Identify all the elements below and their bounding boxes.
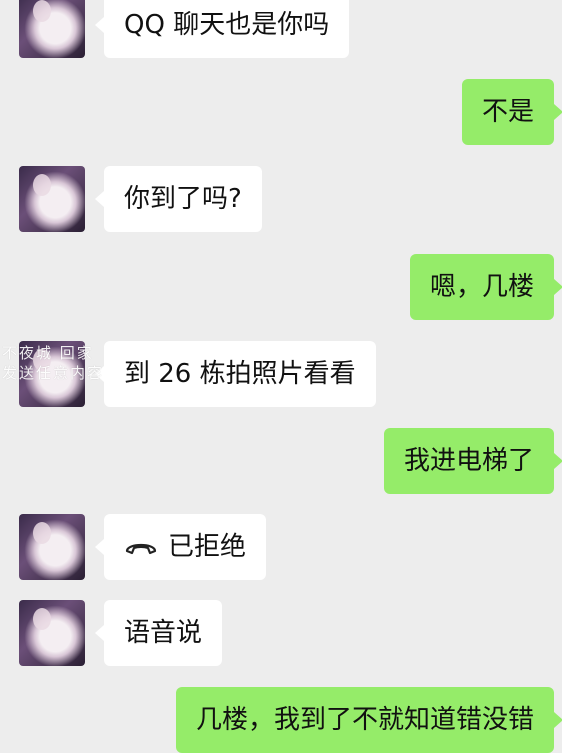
message-bubble-incoming[interactable]: 语音说 (94, 600, 223, 666)
message-bubble-outgoing[interactable]: 不是 (461, 79, 562, 145)
contact-avatar[interactable] (19, 166, 85, 232)
call-declined-bubble[interactable]: 已拒绝 (94, 514, 267, 581)
phone-declined-icon (124, 515, 158, 581)
message-bubble-outgoing[interactable]: 我进电梯了 (383, 428, 562, 494)
call-status-label: 已拒绝 (168, 532, 247, 562)
contact-avatar[interactable] (19, 600, 85, 666)
contact-avatar[interactable] (19, 514, 85, 580)
watermark: 不夜城 回家 发送任意内容 (2, 343, 104, 383)
watermark-line-2: 发送任意内容 (2, 364, 105, 382)
message-bubble-incoming[interactable]: QQ 聊天也是你吗 (94, 0, 350, 58)
watermark-line-1: 不夜城 回家 (2, 344, 94, 362)
message-bubble-incoming[interactable]: 你到了吗? (95, 166, 262, 232)
contact-avatar[interactable] (19, 0, 85, 58)
message-bubble-outgoing[interactable]: 嗯，几楼 (409, 254, 562, 320)
message-bubble-incoming[interactable]: 到 26 栋拍照片看看 (95, 341, 376, 407)
message-bubble-outgoing[interactable]: 几楼，我到了不就知道错没错 (175, 687, 562, 753)
